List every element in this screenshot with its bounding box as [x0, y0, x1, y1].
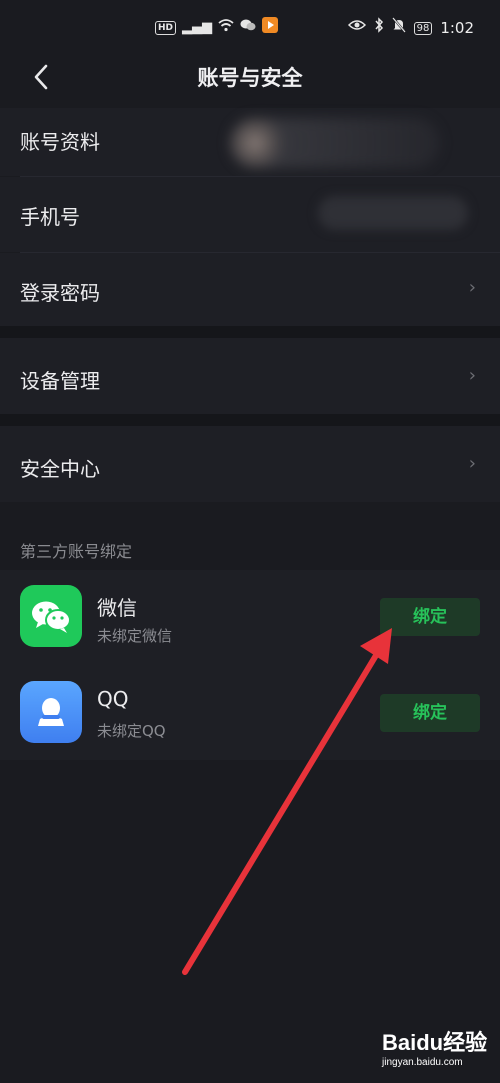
- qq-icon: [20, 681, 82, 743]
- chevron-right-icon: ›: [468, 453, 476, 474]
- page-title: 账号与安全: [197, 66, 303, 90]
- bind-wechat-button[interactable]: 绑定: [380, 598, 480, 636]
- qq-name: QQ: [97, 687, 129, 711]
- signal-icon: ▂▄▆: [182, 20, 213, 35]
- battery-icon: 98: [413, 21, 433, 35]
- watermark-url: jingyan.baidu.com: [382, 1057, 463, 1068]
- baidu-jingyan-watermark: Baidu经验 jingyan.baidu.com: [382, 1025, 492, 1075]
- hd-icon: HD: [155, 21, 177, 35]
- section-gap: [0, 326, 500, 338]
- title-bar: 账号与安全: [0, 56, 500, 108]
- wechat-status: 未绑定微信: [97, 627, 173, 645]
- bluetooth-icon: [374, 16, 384, 40]
- wechat-notify-icon: [240, 18, 256, 39]
- bind-qq-button[interactable]: 绑定: [380, 694, 480, 732]
- qq-status: 未绑定QQ: [97, 722, 166, 740]
- login-password-row[interactable]: 登录密码 ›: [0, 253, 500, 326]
- status-left-icons: HD ▂▄▆: [155, 16, 279, 40]
- wechat-name: 微信: [97, 596, 137, 620]
- device-management-row[interactable]: 设备管理 ›: [0, 338, 500, 414]
- phone-label: 手机号: [20, 205, 80, 229]
- status-right-icons: 98 1:02: [347, 16, 474, 40]
- video-app-icon: [262, 16, 279, 40]
- login-password-label: 登录密码: [20, 281, 100, 305]
- watermark-logo: Baidu经验: [382, 1030, 488, 1055]
- status-bar: HD ▂▄▆ 98 1:02: [0, 0, 500, 56]
- section-gap: [0, 414, 500, 426]
- phone-number-blurred: [318, 196, 468, 230]
- wifi-icon: [218, 18, 234, 39]
- wechat-icon: [20, 585, 82, 647]
- chevron-right-icon: ›: [468, 277, 476, 298]
- mute-bell-icon: [391, 16, 406, 40]
- third-party-section-title: 第三方账号绑定: [20, 542, 133, 561]
- status-time: 1:02: [440, 19, 474, 37]
- chevron-right-icon: ›: [468, 365, 476, 386]
- avatar-blurred: [230, 118, 440, 168]
- device-management-label: 设备管理: [20, 369, 100, 393]
- account-profile-label: 账号资料: [20, 130, 100, 154]
- security-center-label: 安全中心: [20, 457, 100, 481]
- eye-icon: [347, 18, 366, 38]
- security-center-row[interactable]: 安全中心 ›: [0, 426, 500, 502]
